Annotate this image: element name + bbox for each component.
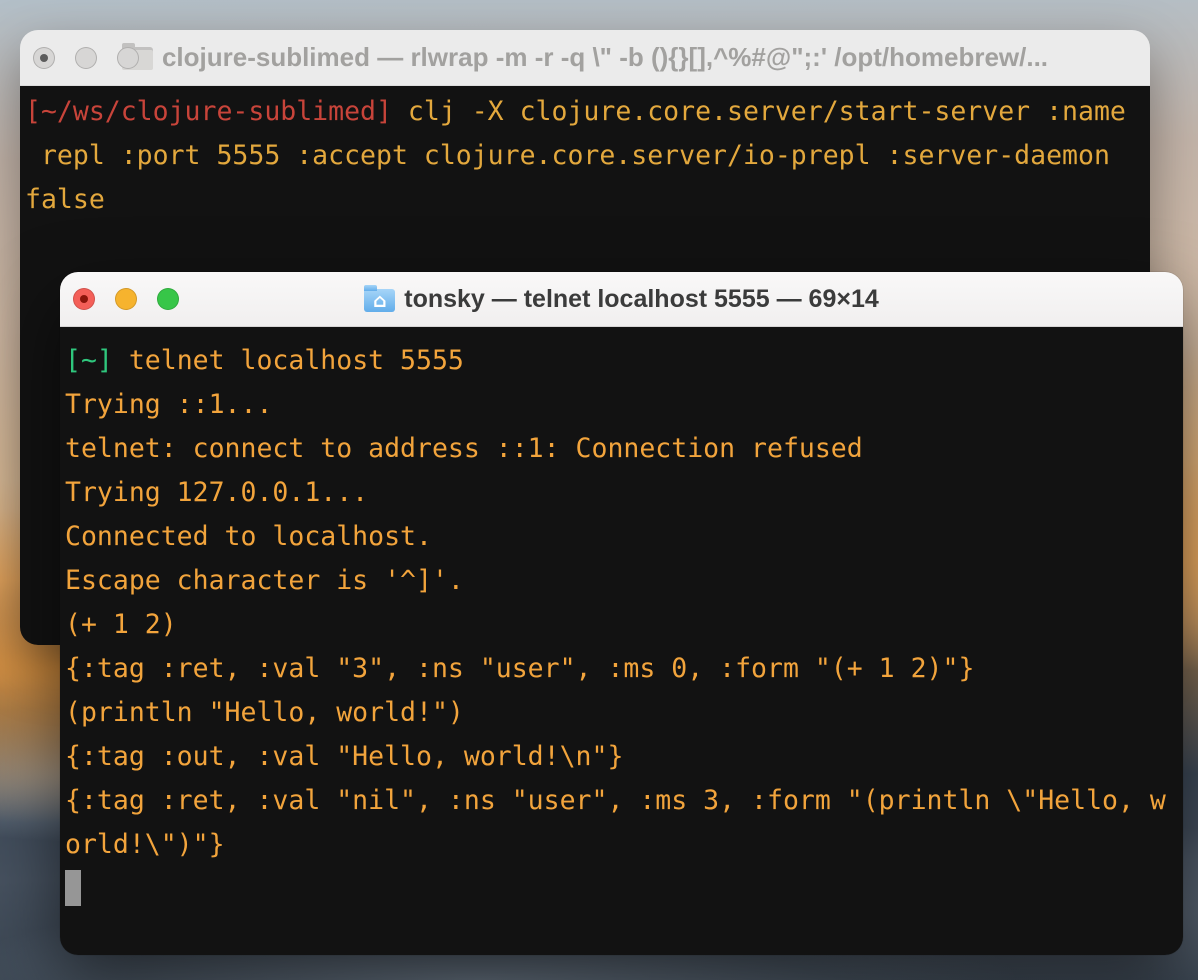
terminal-text: telnet: connect to address ::1: Connecti… [65,433,863,464]
terminal-line: (+ 1 2) [65,603,1175,647]
background-window-titlebar[interactable]: clojure-sublimed — rlwrap -m -r -q \" -b… [20,30,1150,86]
terminal-line: orld!\")"} [65,823,1175,867]
minimize-button[interactable] [115,288,137,310]
terminal-line: Trying ::1... [65,383,1175,427]
terminal-line [65,867,1175,911]
terminal-text: Connected to localhost. [65,521,432,552]
terminal-line: repl :port 5555 :accept clojure.core.ser… [25,134,1142,178]
terminal-text: telnet localhost 5555 [113,345,464,376]
terminal-line: Trying 127.0.0.1... [65,471,1175,515]
zoom-button[interactable] [157,288,179,310]
terminal-text: Escape character is '^]'. [65,565,464,596]
terminal-line: [~] telnet localhost 5555 [65,339,1175,383]
traffic-lights [60,288,179,310]
foreground-terminal-content[interactable]: [~] telnet localhost 5555Trying ::1...te… [60,327,1183,955]
foreground-terminal-window: tonsky — telnet localhost 5555 — 69×14 [… [60,272,1183,955]
terminal-line: false [25,178,1142,222]
terminal-line: Escape character is '^]'. [65,559,1175,603]
terminal-cursor [65,870,81,906]
terminal-text: [~] [65,345,113,376]
terminal-line: {:tag :out, :val "Hello, world!\n"} [65,735,1175,779]
background-window-title: clojure-sublimed — rlwrap -m -r -q \" -b… [162,42,1048,73]
terminal-text: Trying 127.0.0.1... [65,477,368,508]
terminal-text: {:tag :ret, :val "nil", :ns "user", :ms … [65,785,1166,816]
terminal-text: (println "Hello, world!") [65,697,464,728]
terminal-text: Trying ::1... [65,389,272,420]
terminal-text: orld!\")"} [65,829,225,860]
terminal-line: (println "Hello, world!") [65,691,1175,735]
close-button[interactable] [33,47,55,69]
terminal-line: Connected to localhost. [65,515,1175,559]
terminal-text: (+ 1 2) [65,609,177,640]
foreground-window-title: tonsky — telnet localhost 5555 — 69×14 [404,285,879,314]
close-button[interactable] [73,288,95,310]
terminal-text: {:tag :out, :val "Hello, world!\n"} [65,741,623,772]
terminal-line: {:tag :ret, :val "nil", :ns "user", :ms … [65,779,1175,823]
traffic-lights [20,47,139,69]
terminal-line: {:tag :ret, :val "3", :ns "user", :ms 0,… [65,647,1175,691]
terminal-line: [~/ws/clojure-sublimed] clj -X clojure.c… [25,90,1142,134]
terminal-text: clj -X clojure.core.server/start-server … [392,96,1126,127]
minimize-button[interactable] [75,47,97,69]
home-folder-icon [364,289,395,312]
desktop-wallpaper: clojure-sublimed — rlwrap -m -r -q \" -b… [0,0,1198,980]
terminal-text: repl :port 5555 :accept clojure.core.ser… [25,140,1110,171]
terminal-text: {:tag :ret, :val "3", :ns "user", :ms 0,… [65,653,974,684]
terminal-text: false [25,184,105,215]
terminal-line: telnet: connect to address ::1: Connecti… [65,427,1175,471]
terminal-text: [~/ws/clojure-sublimed] [25,96,392,127]
foreground-window-titlebar[interactable]: tonsky — telnet localhost 5555 — 69×14 [60,272,1183,327]
title-area: tonsky — telnet localhost 5555 — 69×14 [60,272,1183,326]
title-area: clojure-sublimed — rlwrap -m -r -q \" -b… [20,30,1150,85]
zoom-button[interactable] [117,47,139,69]
